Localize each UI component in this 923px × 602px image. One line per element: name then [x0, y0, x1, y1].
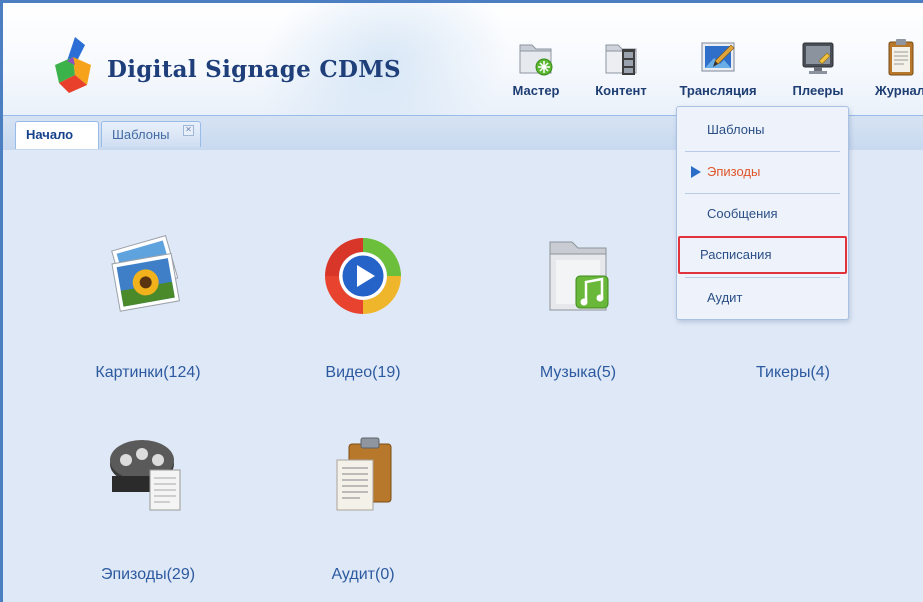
nav-label: Журнал — [874, 83, 923, 98]
menu-item-label: Эпизоды — [707, 164, 761, 179]
nav-label: Контент — [595, 83, 647, 98]
episodes-film-reel-icon — [110, 440, 181, 511]
video-play-icon — [325, 238, 401, 314]
nav-button-content[interactable]: Контент — [588, 33, 654, 103]
tile-label: Картинки(124) — [95, 364, 201, 381]
tile-music[interactable]: Музыка(5) — [493, 228, 663, 382]
tile-pictures[interactable]: Картинки(124) — [63, 228, 233, 382]
nav-label: Плееры — [792, 83, 844, 98]
menu-item-audit[interactable]: Аудит — [685, 279, 840, 317]
current-arrow-icon — [691, 166, 701, 178]
wizard-folder-icon — [519, 44, 553, 76]
nav-label: Мастер — [512, 83, 560, 98]
menu-item-label: Расписания — [700, 247, 772, 262]
nav-label: Трансляция — [679, 83, 757, 98]
tile-label: Аудит(0) — [331, 566, 395, 583]
tile-label: Видео(19) — [325, 364, 401, 381]
music-folder-icon — [549, 241, 609, 311]
menu-separator — [685, 151, 840, 152]
tile-label: Тикеры(4) — [755, 364, 831, 381]
journal-clipboard-icon — [888, 39, 914, 76]
menu-item-episodes[interactable]: Эпизоды — [685, 153, 840, 191]
tile-audit[interactable]: Аудит(0) — [278, 430, 448, 584]
pictures-icon — [111, 234, 180, 312]
nav-button-master[interactable]: Мастер — [505, 33, 567, 103]
tab-label: Начало — [26, 127, 74, 142]
tab-templates[interactable]: Шаблоны ✕ — [101, 121, 201, 147]
broadcast-picture-icon — [701, 42, 735, 72]
content-film-icon — [605, 44, 637, 75]
tile-video[interactable]: Видео(19) — [278, 228, 448, 382]
menu-item-schedules[interactable]: Расписания — [678, 236, 847, 274]
header: Digital Signage CDMS Мастер Контент Тран… — [3, 3, 923, 202]
menu-item-label: Аудит — [707, 290, 743, 305]
app-logo-icon — [55, 37, 91, 93]
nav-button-broadcast[interactable]: Трансляция — [671, 33, 765, 103]
tile-label: Эпизоды(29) — [100, 566, 196, 583]
tab-home[interactable]: Начало — [15, 121, 99, 149]
tab-label: Шаблоны — [112, 127, 170, 142]
nav-button-journal[interactable]: Журнал — [867, 33, 923, 103]
app-window: Digital Signage CDMS Мастер Контент Тран… — [0, 0, 923, 602]
audit-clipboard-icon — [336, 437, 392, 511]
broadcast-dropdown-menu: Шаблоны Эпизоды Сообщения Расписания Ауд… — [676, 106, 849, 320]
menu-item-label: Шаблоны — [707, 122, 765, 137]
close-icon[interactable]: ✕ — [183, 125, 194, 136]
menu-item-messages[interactable]: Сообщения — [685, 195, 840, 233]
nav-button-players[interactable]: Плееры — [785, 33, 851, 103]
menu-separator — [685, 277, 840, 278]
tile-label: Музыка(5) — [539, 364, 617, 381]
players-monitor-icon — [802, 42, 834, 74]
tile-episodes[interactable]: Эпизоды(29) — [63, 430, 233, 584]
app-title: Digital Signage CDMS — [107, 56, 401, 83]
menu-separator — [685, 193, 840, 194]
menu-item-templates[interactable]: Шаблоны — [685, 111, 840, 149]
menu-item-label: Сообщения — [707, 206, 778, 221]
